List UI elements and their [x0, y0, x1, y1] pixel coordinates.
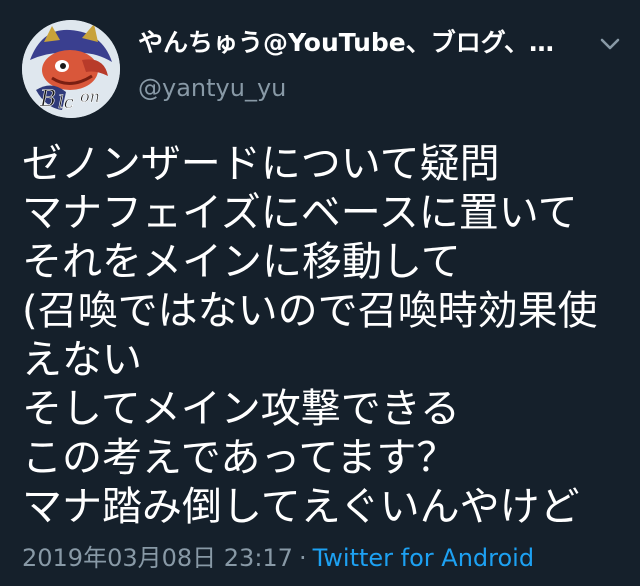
tweet-text: ゼノンザードについて疑問 マナフェイズにベースに置いて それをメインに移動して …	[22, 140, 632, 532]
tweet-timestamp[interactable]: 2019年03月08日 23:17	[22, 544, 293, 572]
svg-text:lc: lc	[58, 92, 74, 113]
tweet-text-line: それをメインに移動して	[22, 239, 461, 285]
tweet-source-link[interactable]: Twitter for Android	[313, 544, 534, 572]
tweet-text-line: えない	[22, 337, 142, 383]
avatar[interactable]: B lc on	[22, 20, 120, 118]
tweet-text-line: ゼノンザードについて疑問	[22, 141, 500, 187]
svg-text:on: on	[80, 87, 100, 106]
meta-separator: ·	[298, 544, 307, 572]
display-name[interactable]: やんちゅう@YouTube、ブログ、…	[138, 26, 568, 60]
user-handle[interactable]: @yantyu_yu	[138, 72, 286, 104]
tweet-text-line: マナ踏み倒してえぐいんやけど	[22, 484, 580, 530]
svg-text:B: B	[39, 87, 56, 112]
chevron-down-icon[interactable]	[596, 34, 624, 56]
tweet-text-line: この考えであってます？	[22, 435, 457, 481]
tweet-card: B lc on やんちゅう@YouTube、ブログ、… @yantyu_yu ゼ…	[0, 0, 640, 586]
tweet-meta: 2019年03月08日 23:17 · Twitter for Android	[22, 542, 534, 574]
tweet-text-line: そしてメイン攻撃できる	[22, 386, 460, 432]
tweet-text-line: (召喚ではないので召喚時効果使	[22, 288, 598, 334]
avatar-illustration-icon: B lc on	[22, 20, 120, 118]
tweet-text-line: マナフェイズにベースに置いて	[22, 190, 578, 236]
